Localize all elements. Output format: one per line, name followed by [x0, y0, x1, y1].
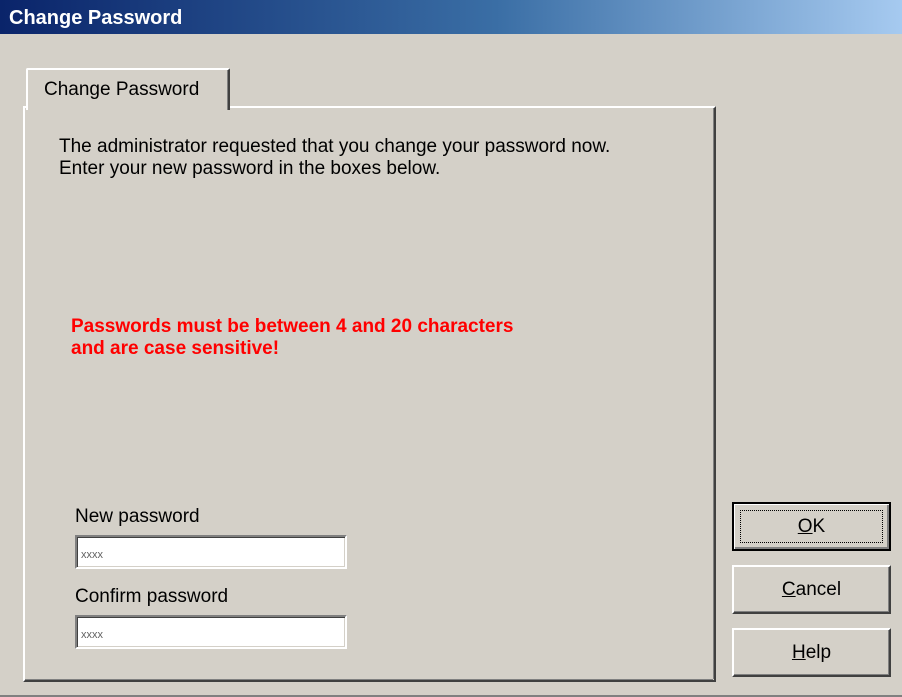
help-mnemonic: H — [791, 642, 806, 663]
ok-mnemonic: O — [797, 516, 813, 537]
help-button-label: Help — [734, 642, 889, 664]
confirm-password-field[interactable] — [75, 615, 347, 649]
new-password-label: New password — [75, 506, 200, 527]
help-label-rest: elp — [805, 642, 832, 663]
warning-line-1: Passwords must be between 4 and 20 chara… — [71, 316, 514, 337]
change-password-dialog: Change Password Change Password The admi… — [0, 0, 902, 697]
intro-text: The administrator requested that you cha… — [59, 136, 699, 180]
tab-change-password[interactable]: Change Password — [26, 68, 230, 110]
cancel-button-label: Cancel — [734, 579, 889, 601]
new-password-field[interactable] — [75, 535, 347, 569]
intro-line-1: The administrator requested that you cha… — [59, 136, 611, 157]
help-button[interactable]: Help — [732, 628, 891, 677]
ok-button-label: OK — [734, 516, 889, 538]
cancel-button[interactable]: Cancel — [732, 565, 891, 614]
intro-line-2: Enter your new password in the boxes bel… — [59, 158, 441, 179]
window-title: Change Password — [9, 7, 183, 29]
tab-panel: The administrator requested that you cha… — [23, 106, 716, 682]
title-bar[interactable]: Change Password — [0, 0, 902, 34]
cancel-label-rest: ancel — [795, 579, 842, 600]
password-rules-warning: Passwords must be between 4 and 20 chara… — [71, 316, 671, 360]
ok-label-rest: K — [812, 516, 826, 537]
tab-label: Change Password — [44, 79, 200, 100]
warning-line-2: and are case sensitive! — [71, 338, 280, 359]
cancel-mnemonic: C — [781, 579, 796, 600]
ok-button[interactable]: OK — [732, 502, 891, 551]
confirm-password-label: Confirm password — [75, 586, 229, 607]
